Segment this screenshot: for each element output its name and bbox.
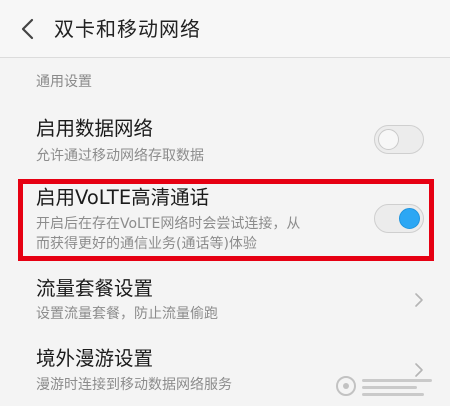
baidu-jingyan-watermark xyxy=(336,376,432,396)
item-subtitle: 设置流量套餐，防止流量偷跑 xyxy=(36,306,218,322)
item-subtitle: 漫游时连接到移动数据网络服务 xyxy=(36,377,232,393)
page-title: 双卡和移动网络 xyxy=(54,17,201,41)
header-divider xyxy=(0,57,450,58)
app-header: 双卡和移动网络 xyxy=(0,0,450,57)
chevron-left-icon[interactable] xyxy=(18,18,38,40)
highlight-frame xyxy=(18,179,434,261)
toggle-knob xyxy=(378,129,399,150)
item-title: 流量套餐设置 xyxy=(36,277,154,300)
data-network-toggle[interactable] xyxy=(374,125,424,154)
settings-item-data-network[interactable]: 启用数据网络 允许通过移动网络存取数据 xyxy=(0,108,450,174)
item-title: 启用数据网络 xyxy=(36,117,154,140)
settings-item-traffic-plan[interactable]: 流量套餐设置 设置流量套餐，防止流量偷跑 xyxy=(0,272,450,332)
item-title: 境外漫游设置 xyxy=(36,347,154,370)
chevron-right-icon xyxy=(415,293,423,307)
item-subtitle: 允许通过移动网络存取数据 xyxy=(36,148,204,164)
section-label: 通用设置 xyxy=(36,74,92,90)
